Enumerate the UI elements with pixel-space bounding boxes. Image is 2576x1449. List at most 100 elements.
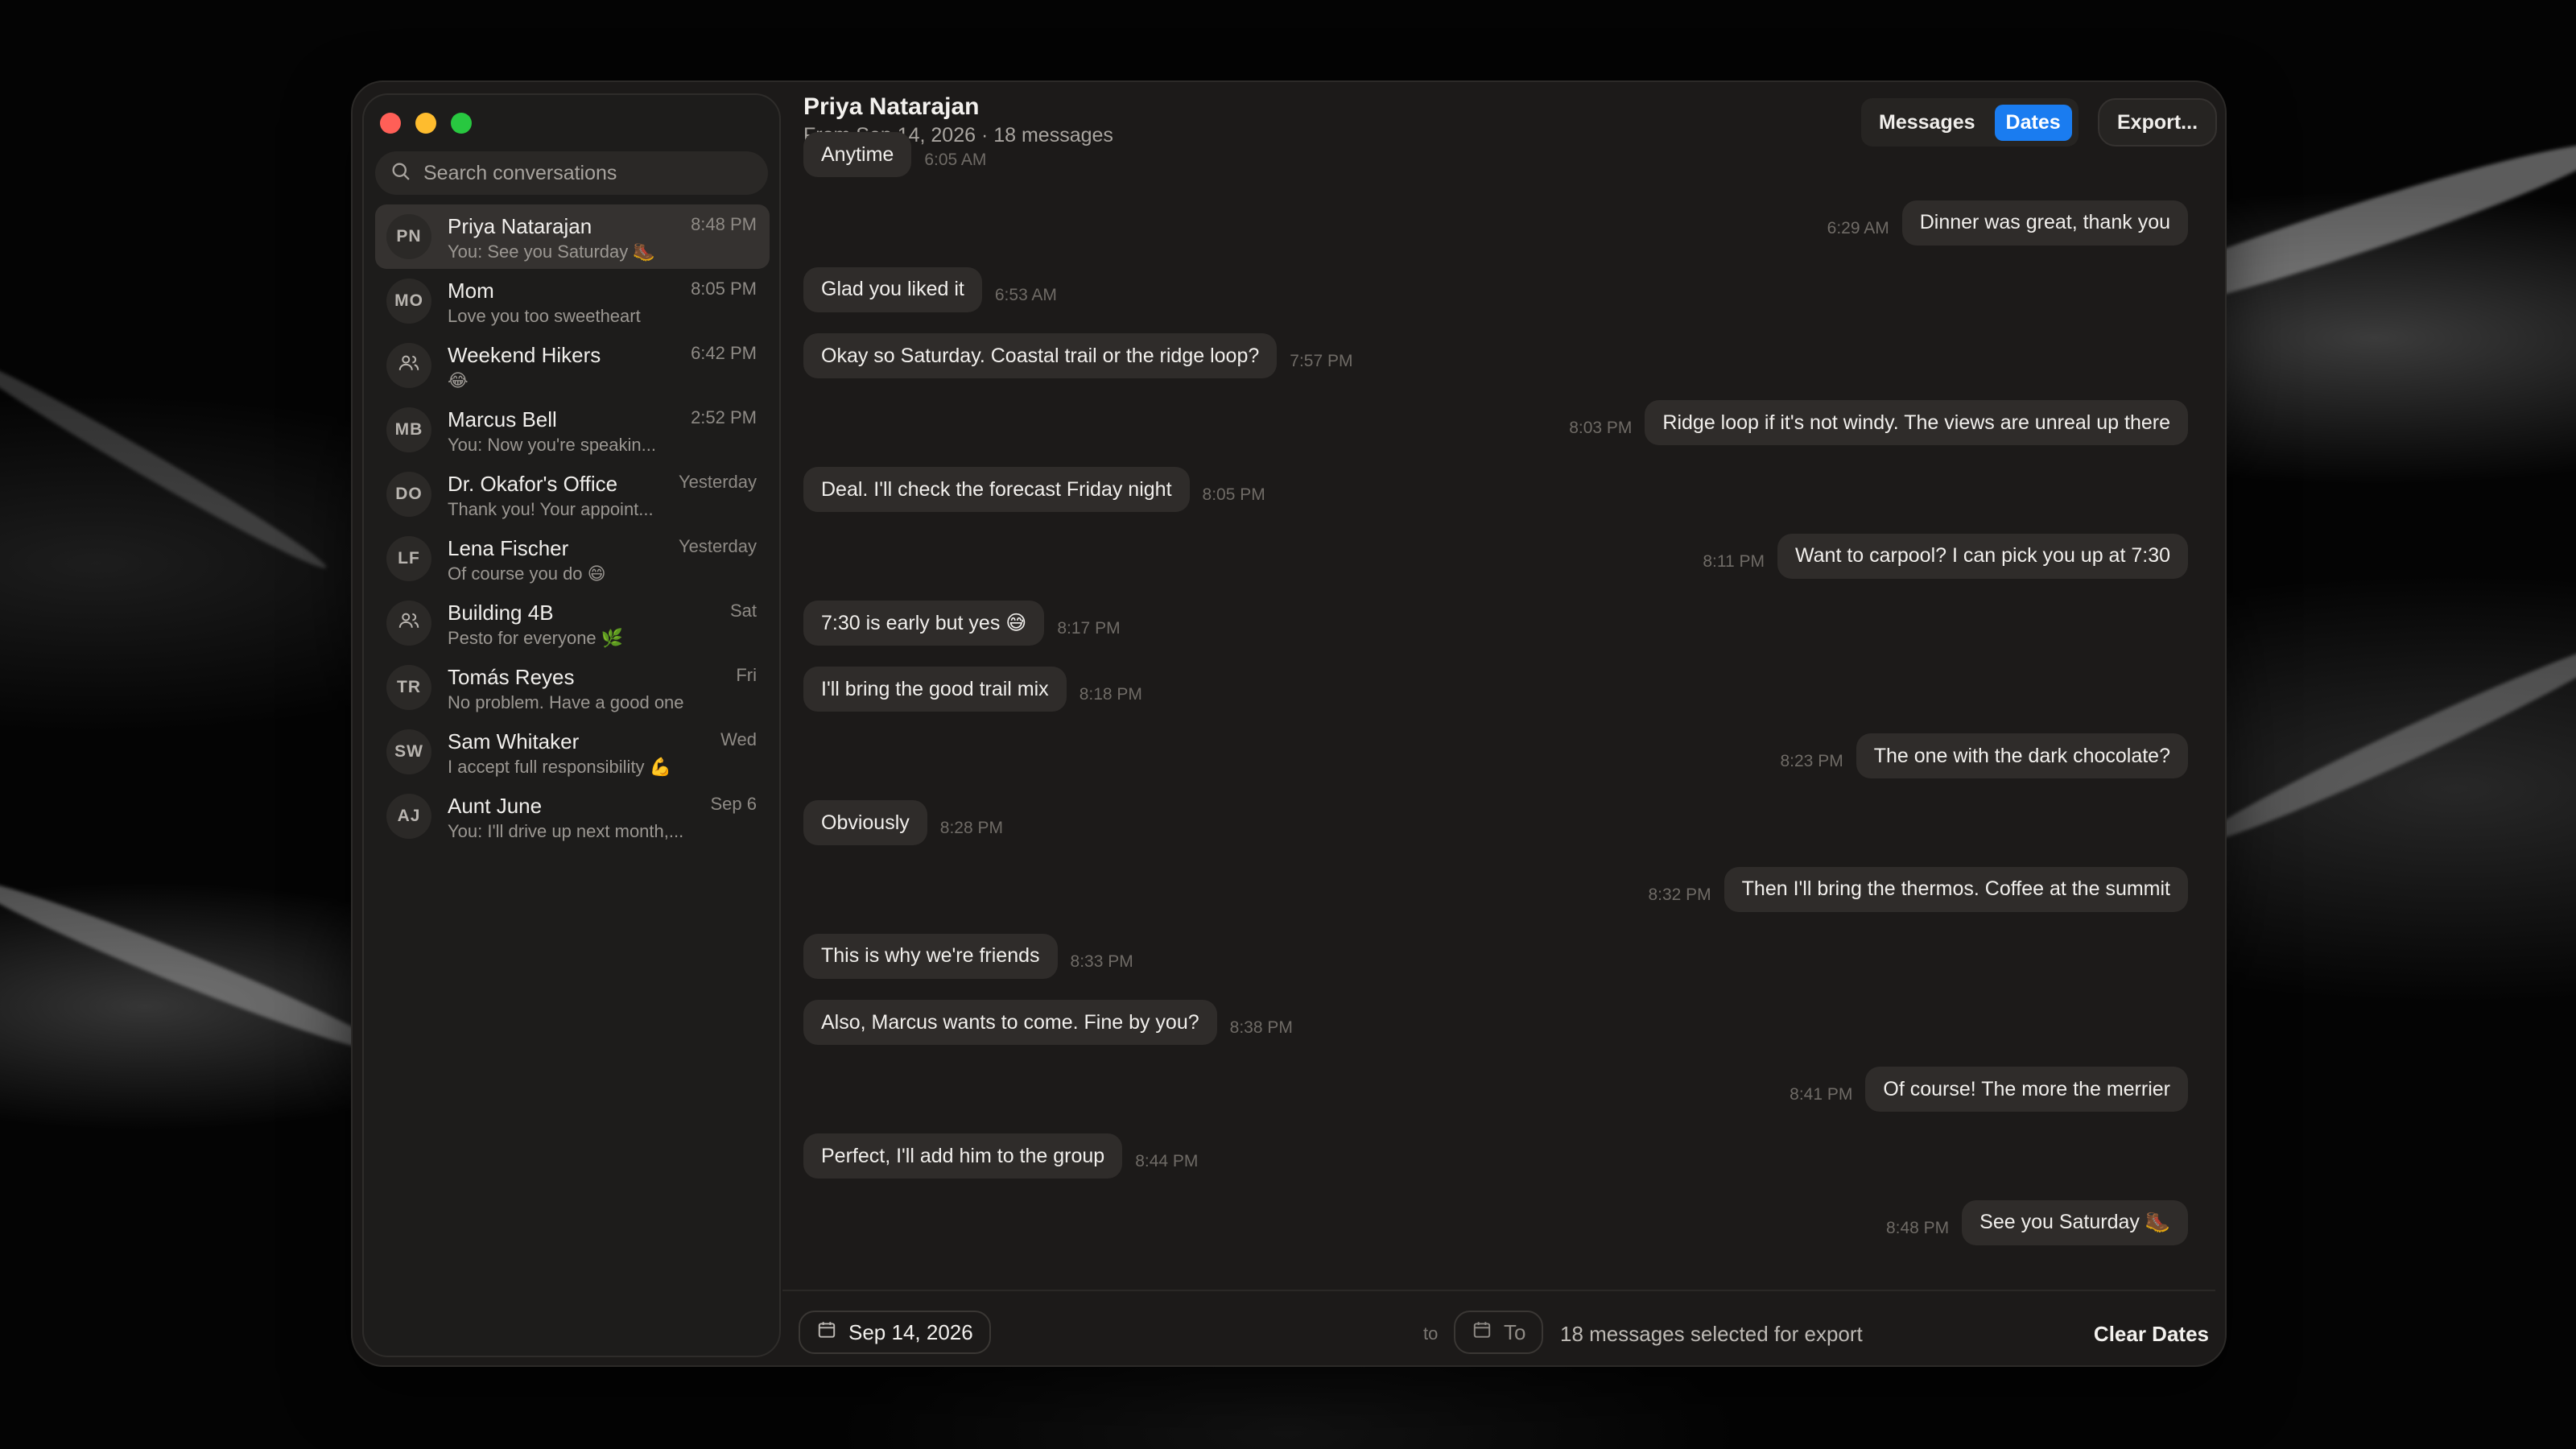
received-message[interactable]: This is why we're friends 8:33 PM — [803, 933, 1133, 979]
received-message[interactable]: Okay so Saturday. Coastal trail or the r… — [803, 333, 1353, 379]
window-controls — [380, 113, 472, 134]
message-bubble: The one with the dark chocolate? — [1856, 733, 2188, 779]
export-button[interactable]: Export... — [2098, 98, 2218, 147]
conversation-time: Sep 6 — [710, 794, 758, 814]
received-message[interactable]: Perfect, I'll add him to the group 8:44 P… — [803, 1133, 1198, 1179]
sent-message[interactable]: 8:41 PM Of course! The more the merrier — [1790, 1067, 2188, 1113]
conversation-item[interactable]: DO Dr. Okafor's Office Yesterday Thank you!… — [375, 462, 770, 526]
conversation-preview: I accept full responsibility 💪 — [448, 757, 672, 777]
sent-message[interactable]: 8:32 PM Then I'll bring the thermos. Coff… — [1648, 866, 2188, 912]
calendar-icon — [816, 1319, 848, 1346]
conversation-name: Priya Natarajan — [448, 214, 592, 238]
conversation-preview: No problem. Have a good one — [448, 692, 684, 712]
received-message[interactable]: Deal. I'll check the forecast Friday nig… — [803, 467, 1265, 512]
conversation-time: Wed — [720, 729, 757, 749]
conversation-preview: Love you too sweetheart — [448, 306, 641, 326]
message-bubble: Then I'll bring the thermos. Coffee at t… — [1724, 866, 2188, 912]
minimize-window-button[interactable] — [415, 113, 436, 134]
message-bubble: Glad you liked it — [803, 266, 982, 312]
conversation-preview: You: I'll drive up next month,... — [448, 821, 684, 841]
conversation-preview: You: See you Saturday 🥾 — [448, 242, 655, 262]
message-timestamp: 8:41 PM — [1790, 1085, 1853, 1104]
conversation-name: Aunt June — [448, 794, 543, 818]
message-timestamp: 8:11 PM — [1703, 551, 1765, 571]
conversation-item[interactable]: PN Priya Natarajan 8:48 PM You: See you Sat… — [375, 204, 770, 269]
conversation-list: PN Priya Natarajan 8:48 PM You: See you Sat… — [375, 204, 770, 848]
conversation-time: 6:42 PM — [691, 343, 757, 363]
received-message[interactable]: Glad you liked it 6:53 AM — [803, 266, 1057, 312]
sent-message[interactable]: 6:29 AM Dinner was great, thank you — [1827, 200, 2188, 246]
search-input[interactable] — [423, 161, 762, 185]
message-timestamp: 8:38 PM — [1229, 1018, 1293, 1038]
clear-dates-button[interactable]: Clear Dates — [2094, 1322, 2209, 1347]
sent-message[interactable]: 8:23 PM The one with the dark chocolate? — [1780, 733, 2188, 779]
conversation-item[interactable]: AJ Aunt June Sep 6 You: I'll drive up next … — [375, 784, 770, 848]
avatar: PN — [386, 214, 431, 259]
tab-messages[interactable]: Messages — [1868, 105, 1987, 141]
message-bubble: Also, Marcus wants to come. Fine by you? — [803, 1000, 1217, 1046]
conversation-item[interactable]: Building 4B Sat Pesto for everyone 🌿 — [375, 591, 770, 655]
sent-message[interactable]: 8:48 PM See you Saturday 🥾 — [1886, 1199, 2188, 1245]
range-separator: to — [1423, 1323, 1439, 1344]
message-bubble: This is why we're friends — [803, 933, 1058, 979]
conversation-name: Weekend Hikers — [448, 343, 601, 367]
message-timestamp: 8:44 PM — [1135, 1152, 1199, 1170]
conversation-name: Marcus Bell — [448, 407, 557, 431]
received-message[interactable]: Also, Marcus wants to come. Fine by you?… — [803, 1000, 1293, 1046]
sent-message[interactable]: 8:03 PM Ridge loop if it's not windy. The… — [1569, 400, 2188, 446]
avatar: LF — [386, 536, 431, 581]
conversation-item[interactable]: MO Mom 8:05 PM Love you too sweetheart — [375, 269, 770, 333]
tab-dates[interactable]: Dates — [1994, 104, 2072, 141]
received-message[interactable]: 7:30 is early but yes 😅 8:17 PM — [803, 600, 1121, 646]
avatar: AJ — [386, 794, 431, 839]
conversation-time: Fri — [736, 665, 757, 685]
message-timestamp: 6:05 AM — [924, 151, 987, 169]
conversation-item[interactable]: TR Tomás Reyes Fri No problem. Have a good … — [375, 655, 770, 720]
message-bubble: Ridge loop if it's not windy. The views … — [1645, 400, 2188, 446]
conversation-name: Dr. Okafor's Office — [448, 472, 618, 496]
conversation-name: Tomás Reyes — [448, 665, 575, 689]
from-date-value: Sep 14, 2026 — [848, 1319, 973, 1344]
conversation-time: 8:05 PM — [691, 279, 757, 299]
message-timestamp: 7:57 PM — [1290, 352, 1353, 371]
conversation-name: Lena Fischer — [448, 536, 569, 560]
message-timestamp: 8:05 PM — [1202, 485, 1265, 504]
group-icon — [397, 351, 421, 380]
message-bubble: Want to carpool? I can pick you up at 7:… — [1777, 533, 2188, 579]
avatar: DO — [386, 472, 431, 517]
to-date-picker[interactable]: To — [1454, 1311, 1544, 1354]
conversation-name: Mom — [448, 279, 494, 303]
received-message[interactable]: Obviously 8:28 PM — [803, 800, 1003, 845]
message-timestamp: 8:23 PM — [1780, 752, 1843, 771]
conversation-preview: 😂 — [448, 370, 469, 390]
to-date-placeholder: To — [1504, 1319, 1526, 1344]
message-bubble: Okay so Saturday. Coastal trail or the r… — [803, 333, 1278, 379]
close-window-button[interactable] — [380, 113, 401, 134]
from-date-picker[interactable]: Sep 14, 2026 — [799, 1311, 991, 1354]
message-thread[interactable]: Anytime 6:05 AM 6:29 AM Dinner was great, t… — [803, 132, 2188, 1360]
received-message[interactable]: Anytime 6:05 AM — [803, 132, 986, 177]
date-range-bar: Sep 14, 2026 to To 18 messages selected … — [782, 1290, 2215, 1365]
calendar-icon — [1472, 1319, 1504, 1346]
group-icon — [397, 609, 421, 638]
message-bubble: Dinner was great, thank you — [1901, 200, 2188, 246]
conversation-item[interactable]: MB Marcus Bell 2:52 PM You: Now you're spea… — [375, 398, 770, 462]
message-timestamp: 8:28 PM — [939, 819, 1003, 837]
message-timestamp: 8:18 PM — [1079, 685, 1142, 704]
conversation-item[interactable]: Weekend Hikers 6:42 PM 😂 — [375, 333, 770, 398]
conversation-time: 2:52 PM — [691, 407, 757, 427]
received-message[interactable]: I'll bring the good trail mix 8:18 PM — [803, 667, 1142, 712]
zoom-window-button[interactable] — [451, 113, 472, 134]
messages-window: PN Priya Natarajan 8:48 PM You: See you Sat… — [351, 80, 2227, 1367]
avatar: MO — [386, 279, 431, 324]
message-timestamp: 8:03 PM — [1569, 419, 1633, 438]
conversation-item[interactable]: LF Lena Fischer Yesterday Of course you do … — [375, 526, 770, 591]
conversation-preview: You: Now you're speakin... — [448, 435, 656, 455]
sent-message[interactable]: 8:11 PM Want to carpool? I can pick you u… — [1703, 533, 2188, 579]
message-bubble: See you Saturday 🥾 — [1962, 1199, 2188, 1245]
message-timestamp: 8:17 PM — [1057, 618, 1121, 638]
search-bar[interactable] — [375, 151, 768, 195]
conversation-item[interactable]: SW Sam Whitaker Wed I accept full responsib… — [375, 720, 770, 784]
search-icon — [390, 160, 412, 187]
message-bubble: 7:30 is early but yes 😅 — [803, 600, 1045, 646]
